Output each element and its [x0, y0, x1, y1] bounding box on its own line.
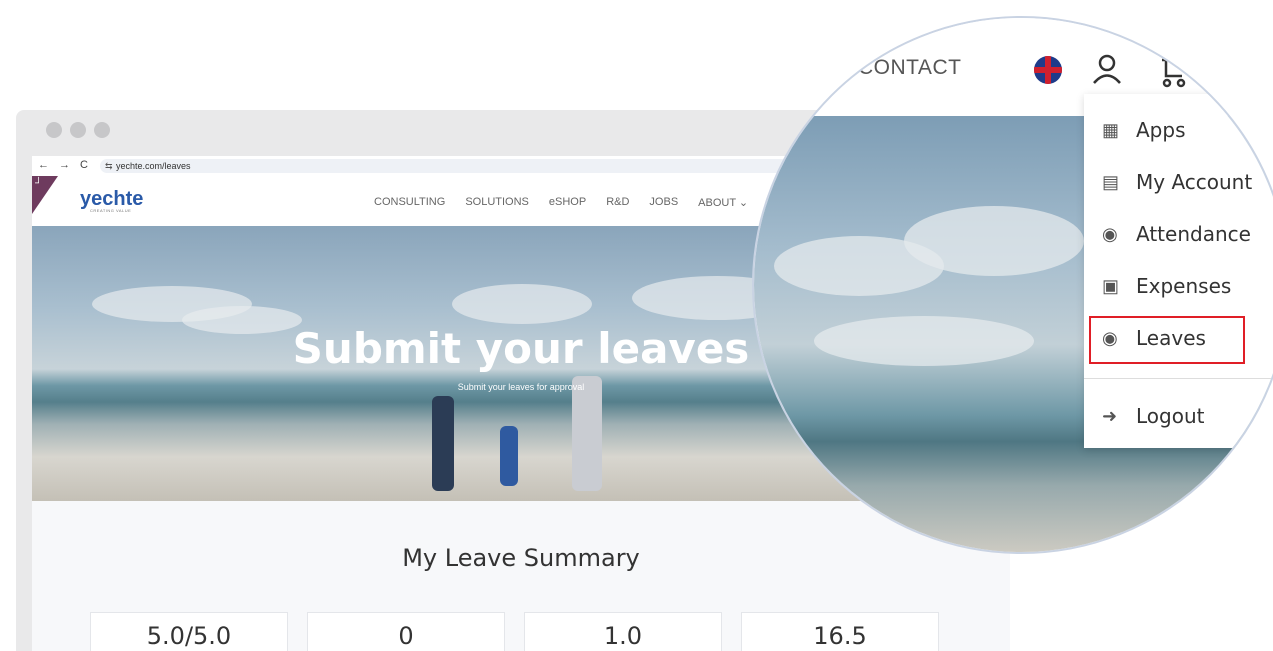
logo-tagline: CREATING VALUE — [90, 208, 132, 213]
uk-flag-icon[interactable] — [1034, 56, 1062, 84]
menu-item-about[interactable]: ABOUT ⌄ — [698, 196, 748, 209]
window-controls — [46, 122, 110, 138]
money-icon: ▣ — [1102, 275, 1120, 296]
menu-item-logout[interactable]: ➜ Logout — [1084, 390, 1273, 442]
menu-item-label: Expenses — [1136, 274, 1232, 298]
main-menu: CONSULTING SOLUTIONS eSHOP R&D JOBS ABOU… — [374, 196, 748, 209]
reload-icon[interactable]: C — [80, 159, 88, 171]
menu-item-rnd[interactable]: R&D — [606, 196, 629, 209]
cloud — [814, 316, 1034, 366]
menu-item-attendance[interactable]: ◉ Attendance — [1084, 208, 1273, 260]
account-dropdown-menu: ▦ Apps ▤ My Account ◉ Attendance ▣ Expen… — [1084, 94, 1273, 448]
id-card-icon: ▤ — [1102, 171, 1120, 192]
cloud — [452, 284, 592, 324]
summary-card: 5.0/5.0 — [90, 612, 288, 651]
menu-item-apps[interactable]: ▦ Apps — [1084, 104, 1273, 156]
nav-buttons: ← → C — [38, 159, 88, 171]
menu-item-label: Attendance — [1136, 222, 1251, 246]
site-settings-icon[interactable]: ⇆ — [105, 159, 113, 173]
menu-item-eshop[interactable]: eSHOP — [549, 196, 586, 209]
card-value: 1.0 — [603, 622, 643, 650]
url-text: yechte.com/leaves — [116, 161, 191, 171]
leaves-highlight-box — [1089, 316, 1245, 364]
back-icon[interactable]: ← — [38, 159, 49, 171]
forward-icon[interactable]: → — [59, 159, 70, 171]
corner-icon: ┘ — [35, 178, 43, 189]
card-value: 5.0/5.0 — [146, 622, 232, 650]
menu-item-label: My Account — [1136, 170, 1253, 194]
menu-item-expenses[interactable]: ▣ Expenses — [1084, 260, 1273, 312]
menu-item-my-account[interactable]: ▤ My Account — [1084, 156, 1273, 208]
close-dot[interactable] — [46, 122, 62, 138]
contact-link[interactable]: CONTACT — [858, 56, 961, 80]
menu-item-solutions[interactable]: SOLUTIONS — [465, 196, 529, 209]
menu-item-label: Logout — [1136, 404, 1205, 428]
site-logo[interactable]: yechte — [80, 189, 143, 209]
child-figure — [500, 426, 518, 486]
person-figure — [572, 376, 602, 491]
menu-item-label: Apps — [1136, 118, 1186, 142]
summary-card: 16.5 — [741, 612, 939, 651]
menu-item-consulting[interactable]: CONSULTING — [374, 196, 445, 209]
menu-divider — [1084, 378, 1273, 379]
zoom-lens: CONTACT ▦ Apps ▤ My Account ◉ Attendance… — [752, 16, 1273, 554]
card-value: 0 — [398, 622, 414, 650]
apps-grid-icon: ▦ — [1102, 119, 1120, 140]
card-value: 16.5 — [813, 622, 867, 650]
logout-icon: ➜ — [1102, 405, 1118, 426]
minimize-dot[interactable] — [70, 122, 86, 138]
summary-card: 1.0 — [524, 612, 722, 651]
cart-icon[interactable] — [1158, 56, 1192, 90]
summary-card: 0 — [307, 612, 505, 651]
menu-item-jobs[interactable]: JOBS — [649, 196, 678, 209]
cloud — [904, 206, 1084, 276]
user-icon[interactable] — [1090, 52, 1124, 86]
person-figure — [432, 396, 454, 491]
user-circle-icon: ◉ — [1102, 223, 1118, 244]
maximize-dot[interactable] — [94, 122, 110, 138]
